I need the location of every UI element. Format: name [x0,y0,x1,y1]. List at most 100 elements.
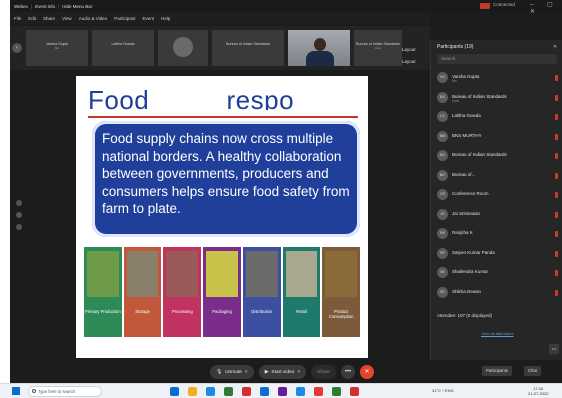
windows-start-icon[interactable] [12,387,20,395]
participant-row[interactable]: SK Shailendra Kumar [437,264,561,284]
participant-row[interactable]: RK Ranjitha K [437,225,561,245]
participants-toggle-button[interactable]: Participants [482,366,512,376]
participant-row[interactable]: BS Bureau of Indian Standards [437,147,561,167]
menu-participant[interactable]: Participant [114,16,135,21]
tile-photo [285,251,318,297]
participant-row[interactable]: CR Conference Room [437,186,561,206]
avatar: RK [437,228,448,239]
person-body [306,51,334,66]
participant-row[interactable]: BS Bureau of Indian Standards Host [437,89,561,109]
more-options-button[interactable]: ••• [340,365,355,379]
chat-toggle-button[interactable]: Chat [524,366,541,376]
meeting-controls: 🎙 Unmute ˅ ▶ Start video ˅ Share ••• ✕ [210,362,374,382]
connection-status[interactable]: Connected [493,2,515,7]
side-control-icon[interactable] [16,212,22,218]
menu-edit[interactable]: Edit [28,16,36,21]
avatar: JS [437,208,448,220]
share-button[interactable]: Share [311,365,336,379]
menu-audio-video[interactable]: Audio & Video [79,16,107,21]
menu-event[interactable]: Event [142,16,154,21]
side-control-icon[interactable] [16,200,22,206]
thumbnail-sub: Host [374,46,382,50]
participant-row[interactable]: SP Satyen Kumar Panda [437,245,561,265]
taskbar-clock[interactable]: 17:16 21-07-2022 [528,386,548,396]
avatar-icon [173,37,193,57]
thumbnail-avatar[interactable] [158,30,208,66]
taskbar-app-icon[interactable] [350,387,359,396]
start-video-button[interactable]: ▶ Start video ˅ [258,365,307,379]
menu-bar: File Edit Share View Audio & Video Parti… [10,12,430,24]
taskbar-app-icon[interactable] [170,387,179,396]
taskbar-search-input[interactable]: Type here to search [28,386,102,397]
participant-row[interactable]: VG Varsha Gupta Me [437,69,561,89]
thumbnail-live-video[interactable] [288,30,350,66]
avatar: VG [437,72,448,83]
muted-mic-icon [555,211,558,218]
taskbar-app-icon[interactable] [260,387,269,396]
taskbar-app-icon[interactable] [332,387,341,396]
thumbnail-lalitha[interactable]: Lalitha Gowda [92,30,154,66]
avatar: SK [437,267,448,278]
participant-row[interactable]: SD Shikha Dewan [437,284,561,304]
participant-name: BNS MURTHY [452,132,482,138]
avatar: LG [437,111,448,122]
side-control-icon[interactable] [16,224,22,230]
slide-divider [88,116,358,118]
title-separator: | [30,3,33,9]
participants-search-input[interactable]: Search [437,54,557,64]
hide-menu-bar-link[interactable]: Hide Menu Bar [62,4,92,9]
participant-row[interactable]: BM BNS MURTHY [437,128,561,148]
taskbar-app-icon[interactable] [242,387,251,396]
menu-help[interactable]: Help [161,16,170,21]
leave-meeting-button[interactable]: ✕ [359,365,374,379]
muted-mic-icon [555,153,558,159]
muted-mic-icon [555,75,558,81]
unmute-label: Unmute [225,369,242,375]
tile-label: Distribution [251,309,273,314]
menu-file[interactable]: File [14,16,21,21]
windows-taskbar: Type here to search 31°C ^ ENG 17:16 21-… [0,383,562,398]
muted-mic-icon [555,133,558,140]
taskbar-app-icon[interactable] [314,387,323,396]
participants-header: Participants (19) ✕ [437,44,557,50]
tile-label: Processing [171,309,193,314]
participant-name: Jai Srinivasan [452,210,481,216]
system-tray[interactable]: 31°C ^ ENG [432,388,454,393]
food-chain-tile: Packaging [203,247,241,337]
taskbar-app-icon[interactable] [296,387,305,396]
thumb-prev-arrow-icon[interactable]: ‹ [12,43,22,53]
thumbnail-bis[interactable]: Bureau of Indian Standards [212,30,284,66]
participant-name: Shikha Dewan [452,288,482,294]
layout-button[interactable]: Layout [402,44,416,56]
window-controls[interactable]: – ▢ ✕ [530,1,562,15]
thumbnail-bis-host[interactable]: Bureau of Indian Standards Host [354,30,402,66]
unmute-button[interactable]: 🎙 Unmute ˅ [210,365,254,379]
event-info-link[interactable]: Event info [35,4,55,9]
tile-label: Retail [296,309,307,314]
participant-row[interactable]: LG Lalitha Gowda [437,108,561,128]
taskbar-app-icon[interactable] [278,387,287,396]
mic-icon: 🎙 [216,369,223,375]
webex-window: Webex | Event info | Hide Menu Bar Conne… [10,0,562,383]
layout-controls: Layout Layout [402,44,416,68]
layout-button[interactable]: Layout [402,56,416,68]
taskbar-app-icon[interactable] [224,387,233,396]
thumbnail-varsha[interactable]: Varsha Gupta Me [26,30,88,66]
taskbar-app-icon[interactable] [206,387,215,396]
thumbnail-sub: Me [54,46,60,50]
muted-mic-icon [555,114,558,120]
view-all-attendees-link[interactable]: View all attendees [481,331,513,336]
participant-row[interactable]: JS Jai Srinivasan [437,206,561,226]
participant-row[interactable]: BO Bureau of... [437,167,561,187]
muted-mic-icon [555,270,558,276]
menu-view[interactable]: View [62,16,72,21]
taskbar-app-icon[interactable] [188,387,197,396]
participant-name: Bureau of Indian Standards [452,93,507,99]
menu-share[interactable]: Share [43,16,55,21]
muted-mic-icon [555,289,558,296]
avatar: SP [437,247,448,259]
webex-title[interactable]: Webex [14,4,28,9]
close-icon[interactable]: ✕ [553,44,557,50]
more-icon[interactable]: ••• [549,344,559,354]
tile-photo [166,251,199,297]
